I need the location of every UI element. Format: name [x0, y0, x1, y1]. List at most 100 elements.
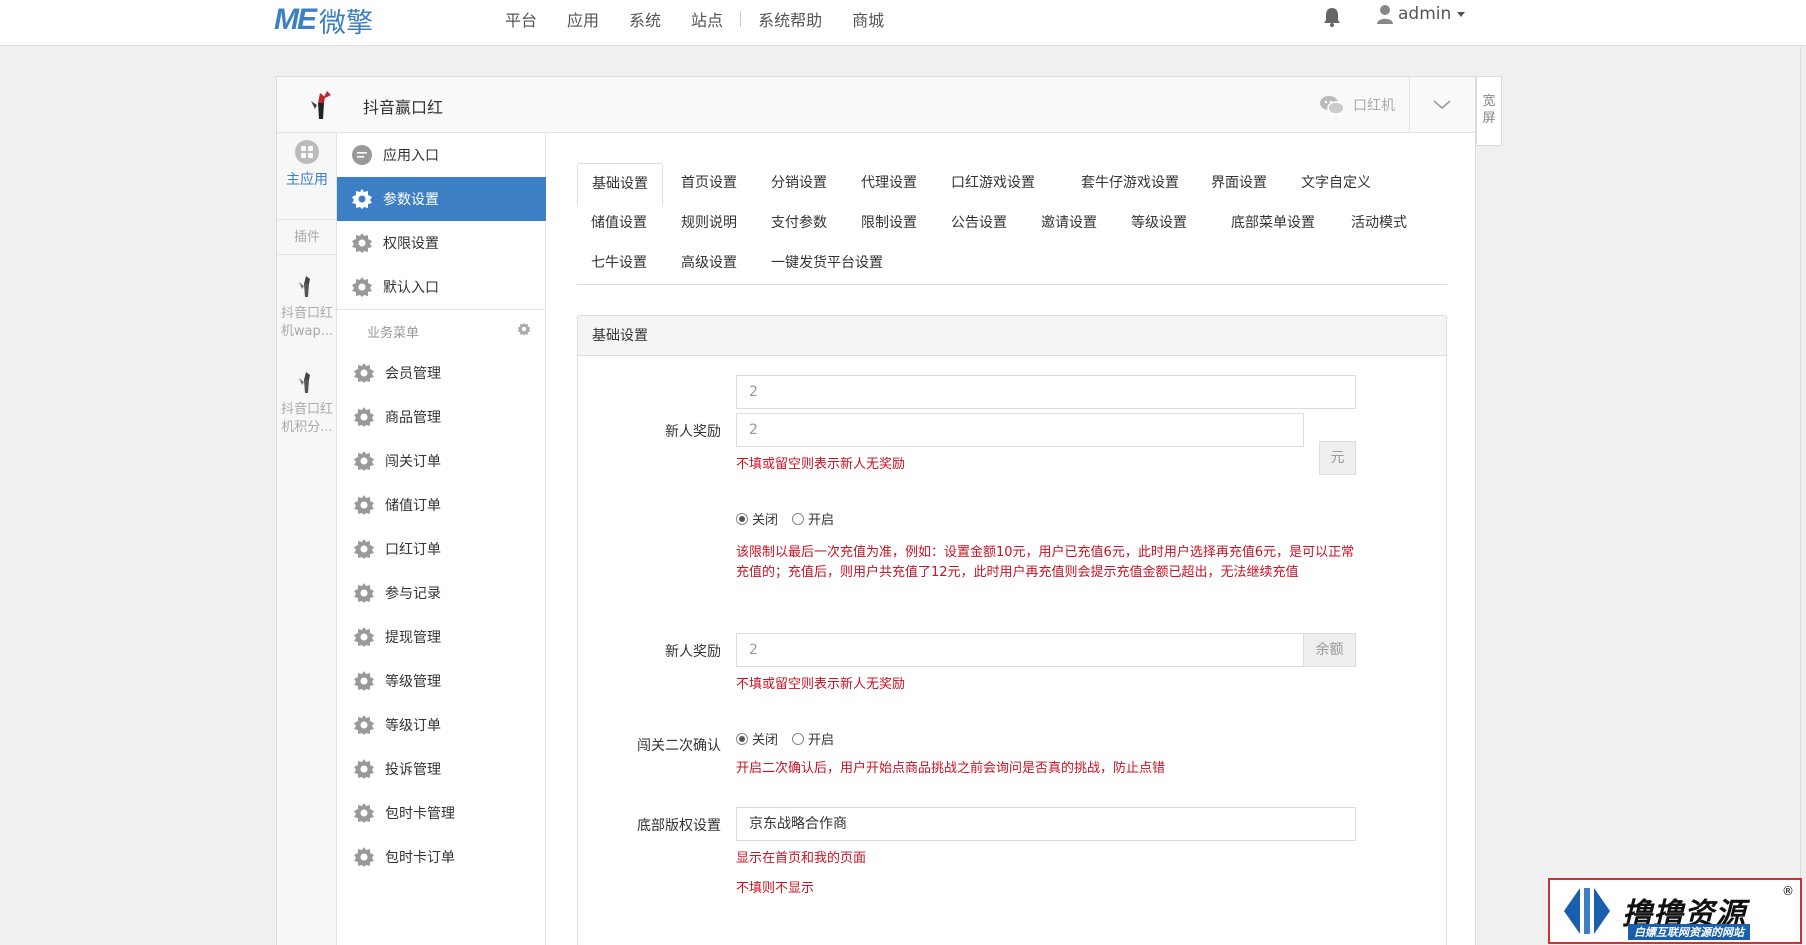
nav-help[interactable]: 系统帮助: [758, 7, 822, 31]
menu-label: 口红订单: [385, 542, 441, 558]
chat-bubble-icon: [352, 145, 372, 165]
sidebar-item-business-2[interactable]: 闯关订单: [337, 439, 546, 483]
nav-platform[interactable]: 平台: [505, 7, 537, 31]
user-icon: [1377, 5, 1393, 24]
tab-0-5[interactable]: 套牛仔游戏设置: [1067, 163, 1193, 203]
logo-name: 微擎: [319, 7, 373, 39]
tab-0-0[interactable]: 基础设置: [577, 163, 663, 205]
main-app-tab[interactable]: 主应用: [277, 139, 337, 209]
sidebar-item-business-11[interactable]: 包时卡订单: [337, 835, 546, 879]
top-input[interactable]: 2: [736, 375, 1356, 409]
menu-label: 权限设置: [383, 236, 439, 252]
tab-1-5[interactable]: 邀请设置: [1027, 203, 1111, 243]
sidebar-item-business-4[interactable]: 口红订单: [337, 527, 546, 571]
tab-0-7[interactable]: 文字自定义: [1287, 163, 1385, 203]
tab-1-3[interactable]: 限制设置: [847, 203, 931, 243]
sidebar-item-business-10[interactable]: 包时卡管理: [337, 791, 546, 835]
collapse-button[interactable]: [1409, 77, 1475, 133]
menu-label: 参与记录: [385, 586, 441, 602]
grid-icon: [295, 140, 319, 164]
limit-radio-group: 关闭 开启: [736, 509, 848, 528]
gear-icon: [354, 539, 374, 559]
radio-off-label: 关闭: [752, 733, 779, 748]
gear-icon[interactable]: [517, 322, 531, 336]
tab-1-4[interactable]: 公告设置: [937, 203, 1021, 243]
gear-icon: [354, 715, 374, 735]
watermark-subtitle: 白嫖互联网资源的网站: [1628, 924, 1750, 940]
sidebar-item-business-1[interactable]: 商品管理: [337, 395, 546, 439]
tab-1-0[interactable]: 储值设置: [577, 203, 661, 243]
mini-program-link[interactable]: 口红机: [1319, 94, 1395, 116]
radio-on[interactable]: [792, 732, 805, 745]
sidebar-item-business-7[interactable]: 等级管理: [337, 659, 546, 703]
basic-settings-box: 基础设置: [577, 315, 1447, 945]
plugin-header: 插件: [277, 219, 337, 255]
wide-screen-button[interactable]: 宽屏: [1476, 76, 1502, 146]
menu-label: 商品管理: [385, 410, 441, 426]
lipstick-icon: [299, 276, 310, 297]
sidebar-item-business-5[interactable]: 参与记录: [337, 571, 546, 615]
menu-label: 包时卡订单: [385, 850, 455, 866]
sidebar-item-business-3[interactable]: 储值订单: [337, 483, 546, 527]
nav-mall[interactable]: 商城: [852, 7, 884, 31]
tab-2-1[interactable]: 高级设置: [667, 243, 751, 283]
copyright-label: 底部版权设置: [637, 818, 721, 834]
plugin-item-wap[interactable]: 抖音口红机wap...: [277, 273, 337, 341]
box-title: 基础设置: [578, 316, 1446, 356]
username: admin: [1398, 4, 1452, 24]
arrows-logo-icon: [1564, 888, 1610, 934]
gear-icon: [352, 189, 372, 209]
gear-icon: [354, 803, 374, 823]
tab-2-0[interactable]: 七牛设置: [577, 243, 661, 283]
tab-1-1[interactable]: 规则说明: [667, 203, 751, 243]
radio-on-label: 开启: [808, 513, 835, 528]
newbie-reward2-input[interactable]: 2: [736, 633, 1304, 667]
panel-header: 抖音赢口红 口红机: [277, 77, 1475, 133]
nav-system[interactable]: 系统: [629, 7, 661, 31]
registered-mark: ®: [1782, 884, 1794, 898]
tab-1-6[interactable]: 等级设置: [1117, 203, 1201, 243]
radio-off[interactable]: [736, 512, 748, 525]
user-menu[interactable]: admin: [1376, 4, 1466, 24]
tab-0-6[interactable]: 界面设置: [1197, 163, 1281, 203]
top-navbar: ME 微擎 平台 应用 系统 站点 系统帮助 商城 admin: [0, 0, 1806, 46]
tab-2-2[interactable]: 一键发货平台设置: [757, 243, 897, 283]
mini-program-label: 口红机: [1353, 98, 1395, 114]
sidebar-item-params[interactable]: 参数设置: [337, 177, 546, 221]
tab-0-2[interactable]: 分销设置: [757, 163, 841, 203]
sidebar-item-permissions[interactable]: 权限设置: [337, 221, 546, 265]
newbie-reward2-label: 新人奖励: [665, 644, 721, 660]
newbie-reward-input[interactable]: 2: [736, 413, 1304, 447]
chevron-down-icon: [1433, 100, 1451, 109]
tab-0-3[interactable]: 代理设置: [847, 163, 931, 203]
menu-label: 提现管理: [385, 630, 441, 646]
tab-1-8[interactable]: 活动模式: [1337, 203, 1421, 243]
radio-off[interactable]: [736, 732, 748, 745]
tab-0-4[interactable]: 口红游戏设置: [937, 163, 1049, 203]
radio-on[interactable]: [792, 512, 805, 525]
menu-section-title: 业务菜单: [367, 326, 420, 341]
settings-tabs: 基础设置 首页设置 分销设置 代理设置 口红游戏设置 套牛仔游戏设置 界面设置 文字自定义储值…: [577, 163, 1447, 285]
limit-hint: 该限制以最后一次充值为准，例如：设置金额10元，用户已充值6元，此时用户选择再充…: [736, 545, 1355, 580]
site-logo[interactable]: ME 微擎: [274, 2, 373, 39]
menu-label: 应用入口: [383, 148, 439, 164]
gear-icon: [354, 495, 374, 515]
sidebar-item-business-0[interactable]: 会员管理: [337, 351, 546, 395]
copyright-hint-2: 不填则不显示: [736, 881, 815, 896]
radio-off-label: 关闭: [752, 513, 779, 528]
sidebar-item-default-entry[interactable]: 默认入口: [337, 265, 546, 309]
gear-icon: [354, 583, 374, 603]
copyright-input[interactable]: 京东战略合作商: [736, 807, 1356, 841]
plugin-item-points[interactable]: 抖音口红机积分...: [277, 369, 337, 437]
bell-icon[interactable]: [1322, 6, 1342, 28]
tab-1-2[interactable]: 支付参数: [757, 203, 841, 243]
tab-1-7[interactable]: 底部菜单设置: [1217, 203, 1329, 243]
nav-apps[interactable]: 应用: [567, 7, 599, 31]
sidebar-item-business-6[interactable]: 提现管理: [337, 615, 546, 659]
sidebar-item-app-entry[interactable]: 应用入口: [337, 133, 546, 177]
tab-0-1[interactable]: 首页设置: [667, 163, 751, 203]
sidebar-item-business-9[interactable]: 投诉管理: [337, 747, 546, 791]
sidebar-item-business-8[interactable]: 等级订单: [337, 703, 546, 747]
nav-site[interactable]: 站点: [691, 7, 723, 31]
page-scrollbar[interactable]: [1800, 46, 1806, 945]
